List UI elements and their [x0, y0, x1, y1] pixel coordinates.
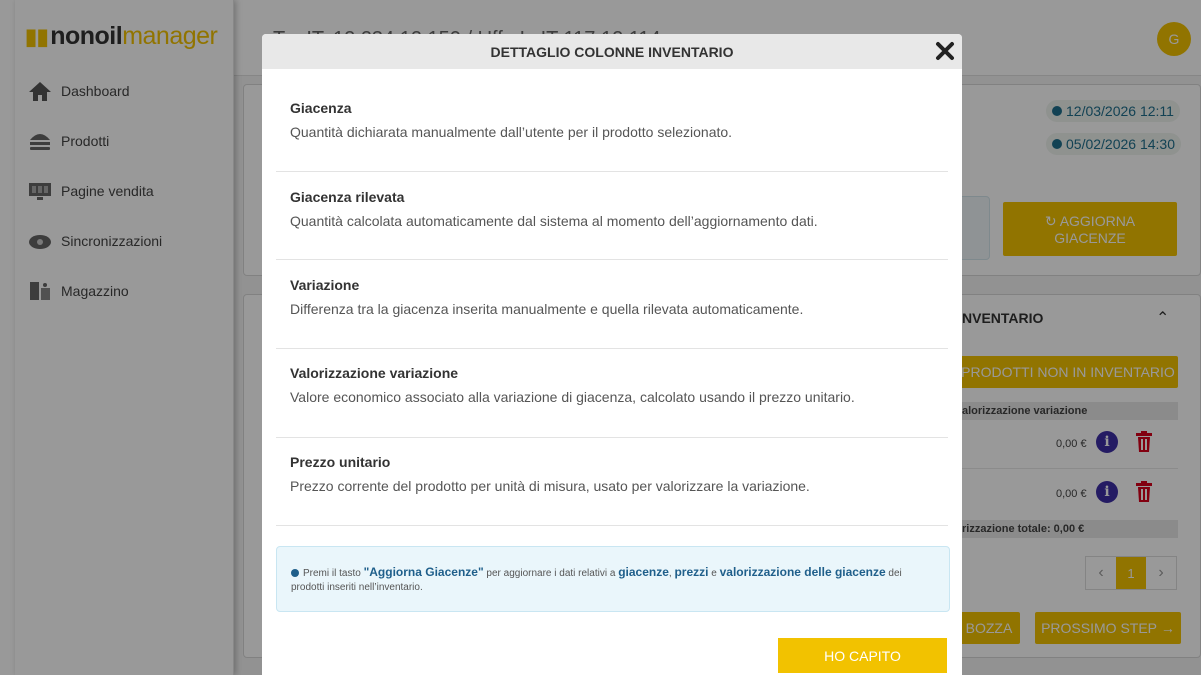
info-icon	[291, 569, 299, 578]
section-description: Valore economico associato alla variazio…	[290, 389, 855, 405]
modal-header: DETTAGLIO COLONNE INVENTARIO	[262, 34, 962, 69]
section-title: Variazione	[290, 277, 360, 293]
section-title: Valorizzazione variazione	[290, 365, 459, 381]
section-title: Giacenza rilevata	[290, 189, 405, 205]
section-variazione: Variazione Differenza tra la giacenza in…	[276, 260, 948, 349]
ho-capito-button[interactable]: HO CAPITO	[778, 638, 947, 673]
section-description: Quantità dichiarata manualmente dall’ute…	[290, 124, 733, 140]
section-description: Differenza tra la giacenza inserita manu…	[290, 301, 804, 317]
section-giacenza-rilevata: Giacenza rilevata Quantità calcolata aut…	[276, 171, 948, 260]
info-alert-text: Premi il tasto "Aggiorna Giacenze" per a…	[291, 565, 902, 593]
close-icon[interactable]	[934, 40, 956, 62]
modal-title: DETTAGLIO COLONNE INVENTARIO	[490, 44, 734, 60]
section-title: Giacenza	[290, 100, 352, 116]
section-description: Quantità calcolata automaticamente dal s…	[290, 213, 818, 229]
info-alert: Premi il tasto "Aggiorna Giacenze" per a…	[276, 546, 950, 612]
section-valorizzazione-variazione: Valorizzazione variazione Valore economi…	[276, 349, 948, 438]
section-prezzo-unitario: Prezzo unitario Prezzo corrente del prod…	[276, 438, 948, 526]
section-giacenza: Giacenza Quantità dichiarata manualmente…	[276, 69, 948, 172]
columns-detail-modal: DETTAGLIO COLONNE INVENTARIO Giacenza Qu…	[262, 34, 962, 675]
section-description: Prezzo corrente del prodotto per unità d…	[290, 478, 810, 494]
section-title: Prezzo unitario	[290, 454, 391, 470]
